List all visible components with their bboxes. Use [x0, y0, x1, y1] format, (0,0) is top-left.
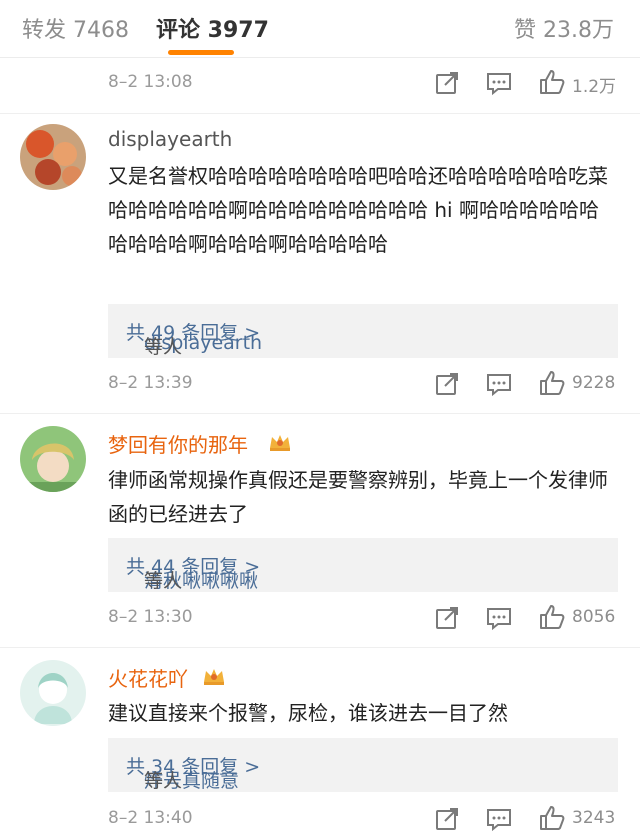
comment-footer: 8–2 13:08 1.2万	[0, 64, 640, 104]
comment-footer: 8–2 13:40 3243	[0, 800, 640, 838]
reply-summary[interactable]: 炸号真随意 等人 共 34 条回复 >	[108, 738, 618, 792]
comment-text: 建议直接来个报警，尿检，谁该进去一目了然	[108, 701, 508, 725]
share-icon[interactable]	[434, 605, 460, 631]
like-count: 1.2万	[572, 77, 617, 97]
thumbs-up-icon[interactable]	[538, 804, 566, 832]
avatar[interactable]	[20, 124, 86, 190]
reply-connector: 等人	[144, 770, 183, 792]
comment-icon[interactable]	[486, 605, 512, 631]
tab-comments[interactable]: 评论 3977	[156, 12, 269, 44]
thumbs-up-icon[interactable]	[538, 603, 566, 631]
avatar[interactable]	[20, 660, 86, 726]
comment-text: 律师函常规操作真假还是要警察辨别，毕竟上一个发律师函的已经进去了	[108, 468, 608, 526]
crown-icon	[204, 669, 224, 685]
reply-connector: 等人	[144, 336, 183, 358]
username[interactable]: 梦回有你的那年	[108, 429, 248, 458]
thumbs-up-icon[interactable]	[538, 68, 566, 96]
avatar[interactable]	[20, 426, 86, 492]
divider	[0, 113, 640, 114]
username[interactable]: displayearth	[108, 127, 232, 151]
comment-time: 8–2 13:39	[108, 373, 193, 393]
username[interactable]: 火花花吖	[108, 663, 188, 692]
comment-icon[interactable]	[486, 70, 512, 96]
share-icon[interactable]	[434, 806, 460, 832]
like-count: 9228	[572, 373, 616, 393]
tab-likes[interactable]: 赞 23.8万	[514, 12, 614, 44]
reply-connector: 等人	[144, 570, 183, 592]
comment-time: 8–2 13:40	[108, 808, 193, 828]
comment-icon[interactable]	[486, 371, 512, 397]
share-icon[interactable]	[434, 371, 460, 397]
comment-footer: 8–2 13:30 8056	[0, 599, 640, 639]
share-icon[interactable]	[434, 70, 460, 96]
crown-icon	[270, 435, 290, 451]
comment-time: 8–2 13:30	[108, 607, 193, 627]
like-count: 3243	[572, 808, 616, 828]
tab-repost[interactable]: 转发 7468	[22, 12, 129, 44]
comment-time: 8–2 13:08	[108, 72, 193, 92]
active-tab-indicator	[168, 50, 234, 55]
comment-icon[interactable]	[486, 806, 512, 832]
thumbs-up-icon[interactable]	[538, 369, 566, 397]
comment-footer: 8–2 13:39 9228	[0, 365, 640, 405]
reply-summary[interactable]: displayearth 等人 共 49 条回复 >	[108, 304, 618, 358]
comment-text: 又是名誉权哈哈哈哈哈哈哈哈吧哈哈还哈哈哈哈哈哈吃菜哈哈哈哈哈哈啊哈哈哈哈哈哈哈哈…	[108, 164, 608, 256]
reply-summary[interactable]: 清秋啾啾啾啾 等人 共 44 条回复 >	[108, 538, 618, 592]
divider	[0, 413, 640, 414]
comment-tab-bar: 转发 7468 评论 3977 赞 23.8万	[0, 0, 640, 58]
divider	[0, 647, 640, 648]
like-count: 8056	[572, 607, 616, 627]
